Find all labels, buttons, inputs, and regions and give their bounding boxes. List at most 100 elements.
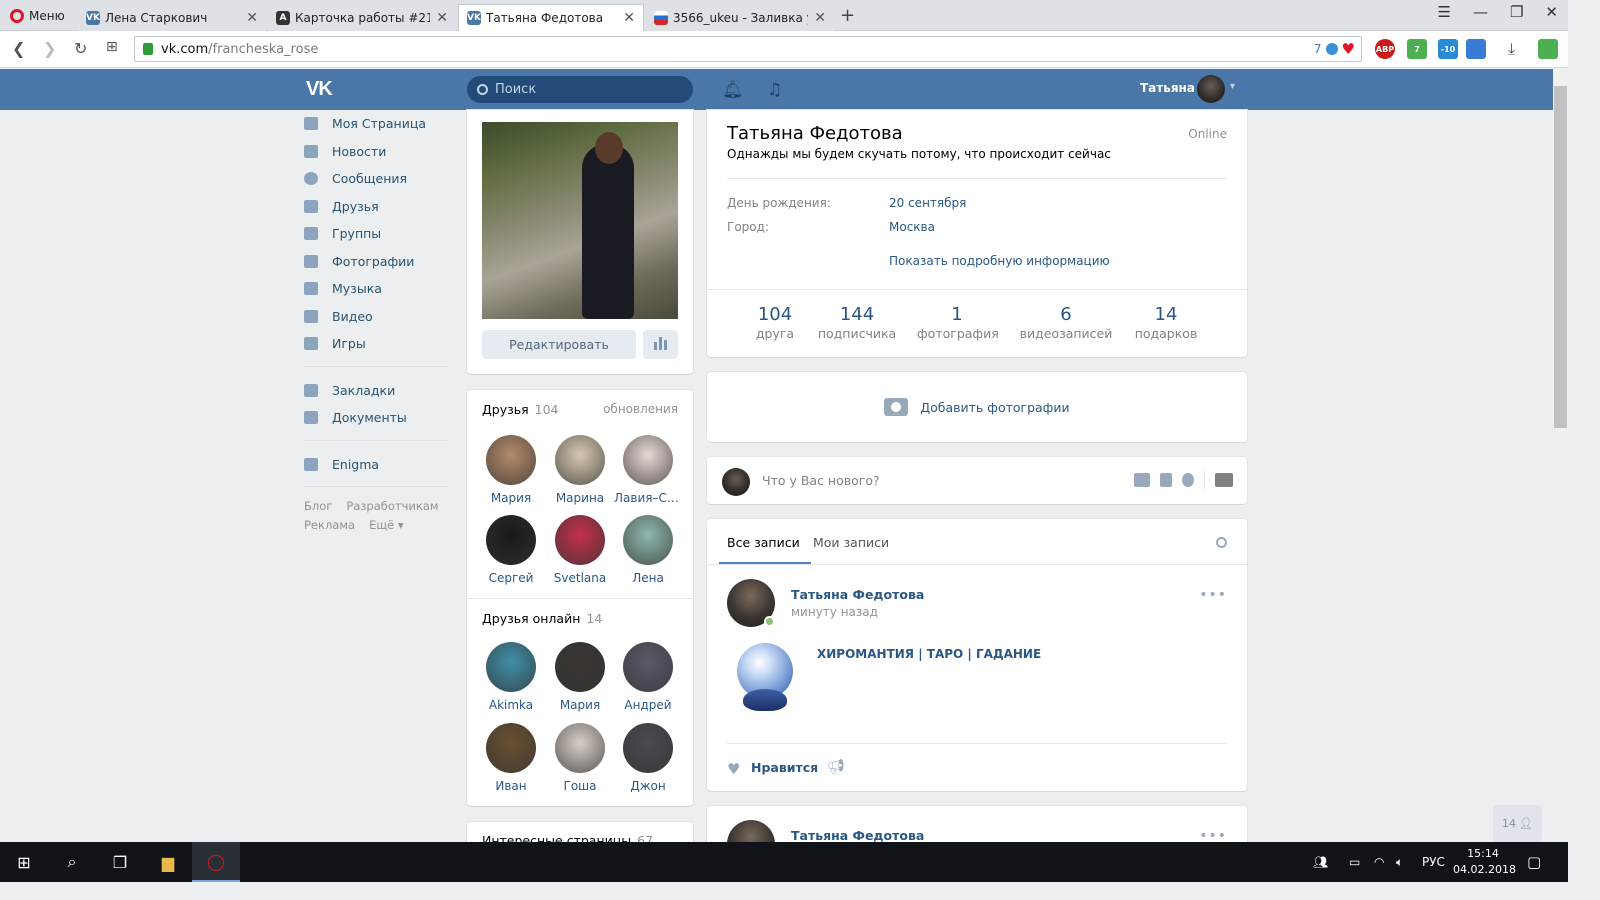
minimize-icon[interactable]: — [1473, 3, 1488, 21]
nav-item-enigma[interactable]: Enigma [304, 451, 449, 479]
online-friend-item[interactable]: Akimka [477, 642, 545, 712]
nav-item-photos[interactable]: Фотографии [304, 248, 449, 276]
friend-item[interactable]: Сергей [477, 515, 545, 585]
online-friends-header[interactable]: Друзья онлайн 14 [482, 611, 678, 626]
scrollbar-thumb[interactable] [1554, 86, 1567, 428]
nav-item-documents[interactable]: Документы [304, 404, 449, 432]
chevron-down-icon[interactable]: ▾ [1230, 81, 1235, 92]
battery-icon[interactable]: ▭ [1349, 842, 1360, 882]
counter-videos[interactable]: 6 видеозаписей [1019, 304, 1113, 341]
online-friend-item[interactable]: Андрей [614, 642, 682, 712]
tab-all-posts[interactable]: Все записи [727, 535, 800, 550]
volume-icon[interactable]: 🔈︎ [1396, 842, 1403, 882]
compose-input[interactable]: Что у Вас нового? [762, 473, 880, 488]
city-value[interactable]: Москва [889, 220, 935, 234]
translate-extension-icon[interactable] [1466, 39, 1486, 59]
heart-icon[interactable]: ♥ [1342, 40, 1355, 58]
browser-tab-2[interactable]: A Карточка работы #21333 ✕ [268, 4, 456, 31]
nav-item-news[interactable]: Новости [304, 138, 449, 166]
attach-video-icon[interactable] [1160, 473, 1172, 487]
clock[interactable]: 15:14 04.02.2018 [1453, 846, 1516, 878]
friend-item[interactable]: Мария [477, 435, 545, 505]
forward-arrow-icon[interactable]: ❯ [43, 39, 56, 58]
search-box[interactable] [467, 76, 693, 103]
url-field[interactable]: vk.com /francheska_rose 7 ♥ [134, 36, 1362, 62]
post-settings-icon[interactable] [1215, 473, 1233, 487]
profile-photo[interactable] [482, 122, 678, 319]
post-text[interactable]: ХИРОМАНТИЯ | ТАРО | ГАДАНИЕ [817, 647, 1041, 661]
tab-close-icon[interactable]: ✕ [623, 10, 635, 26]
android-extension-icon[interactable]: 7 [1407, 39, 1427, 59]
people-icon[interactable]: 👥︎ [1313, 842, 1328, 882]
adblock-icon[interactable]: ABP [1375, 39, 1395, 59]
footer-link-more[interactable]: Ещё ▾ [369, 516, 404, 535]
nav-item-games[interactable]: Игры [304, 330, 449, 358]
browser-tab-1[interactable]: VK Лена Старкович ✕ [78, 4, 266, 31]
heart-icon[interactable]: ♥ [727, 760, 740, 778]
footer-link-developers[interactable]: Разработчикам [346, 497, 438, 516]
online-friend-item[interactable]: Джон [614, 723, 682, 793]
tab-close-icon[interactable]: ✕ [814, 10, 826, 26]
edit-profile-button[interactable]: Редактировать [482, 330, 636, 359]
profile-status-text[interactable]: Однажды мы будем скучать потому, что про… [727, 147, 1111, 161]
post-author-name[interactable]: Татьяна Федотова [791, 587, 924, 602]
download-icon[interactable]: ⤓ [1508, 39, 1515, 59]
notifications-icon[interactable]: ▢ [1527, 842, 1541, 882]
header-user-name[interactable]: Татьяна [1140, 81, 1195, 95]
counter-photos[interactable]: 1 фотография [917, 304, 999, 341]
tab-menu-icon[interactable]: ☰ [1438, 3, 1451, 21]
windows-start-icon[interactable]: ⊞ [0, 842, 48, 882]
task-view-icon[interactable]: ❐ [96, 842, 144, 882]
opera-taskbar-icon[interactable]: ◯ [192, 842, 240, 882]
vpn-shield-icon[interactable] [1325, 43, 1338, 55]
online-friend-item[interactable]: Иван [477, 723, 545, 793]
friends-header[interactable]: Друзья 104 обновления [482, 402, 678, 417]
more-options-icon[interactable]: ••• [1199, 587, 1227, 603]
friend-item[interactable]: Лена [614, 515, 682, 585]
friend-item[interactable]: Svetlana [546, 515, 614, 585]
back-arrow-icon[interactable]: ❮ [12, 39, 25, 58]
wifi-icon[interactable]: ◠ [1374, 842, 1384, 882]
birthday-value[interactable]: 20 сентября [889, 196, 966, 210]
show-more-info-link[interactable]: Показать подробную информацию [889, 254, 1110, 268]
attach-photo-icon[interactable] [1134, 473, 1150, 487]
counter-followers[interactable]: 144 подписчика [817, 304, 897, 341]
tab-close-icon[interactable]: ✕ [436, 10, 448, 26]
browser-tab-4[interactable]: 3566_ukeu - Заливка уда ✕ [646, 4, 834, 31]
friends-updates-link[interactable]: обновления [603, 402, 678, 417]
footer-link-ads[interactable]: Реклама [304, 516, 355, 535]
friend-item[interactable]: Лавия–Са... [614, 435, 682, 505]
nav-item-bookmarks[interactable]: Закладки [304, 377, 449, 405]
new-tab-plus-icon[interactable]: + [840, 5, 855, 26]
add-photos-card[interactable]: Добавить фотографии [707, 372, 1247, 442]
header-avatar[interactable] [1197, 75, 1225, 103]
speed-dial-grid-icon[interactable]: ⊞ [106, 39, 118, 55]
close-window-icon[interactable]: ✕ [1545, 3, 1558, 21]
footer-link-blog[interactable]: Блог [304, 497, 332, 516]
vk-logo[interactable]: VK [306, 78, 333, 101]
nav-item-video[interactable]: Видео [304, 303, 449, 331]
weather-extension-icon[interactable]: -10 [1438, 39, 1458, 59]
tab-my-posts[interactable]: Мои записи [813, 535, 889, 550]
online-friend-item[interactable]: Мария [546, 642, 614, 712]
reload-icon[interactable]: ↻ [74, 39, 87, 58]
share-megaphone-icon[interactable]: 📢︎ [827, 759, 845, 775]
nav-item-groups[interactable]: Группы [304, 220, 449, 248]
attach-music-icon[interactable] [1182, 473, 1194, 487]
nav-item-messages[interactable]: Сообщения [304, 165, 449, 193]
file-explorer-icon[interactable]: ▆ [144, 842, 192, 882]
bell-icon[interactable]: 🔔︎ [722, 80, 744, 100]
counter-friends[interactable]: 104 друга [755, 304, 795, 341]
maximize-icon[interactable]: ❐ [1510, 3, 1523, 21]
search-input[interactable] [495, 82, 675, 97]
counter-gifts[interactable]: 14 подарков [1134, 304, 1198, 341]
friend-item[interactable]: Марина [546, 435, 614, 505]
extension-puzzle-icon[interactable] [1538, 39, 1558, 59]
tab-close-icon[interactable]: ✕ [246, 10, 258, 26]
language-indicator[interactable]: РУС [1422, 842, 1445, 882]
opera-menu-button[interactable]: Меню [4, 4, 71, 28]
browser-tab-3-active[interactable]: VK Татьяна Федотова ✕ [458, 4, 644, 31]
stats-button[interactable] [643, 330, 678, 359]
post-author-name[interactable]: Татьяна Федотова [791, 828, 924, 843]
nav-item-friends[interactable]: Друзья [304, 193, 449, 221]
